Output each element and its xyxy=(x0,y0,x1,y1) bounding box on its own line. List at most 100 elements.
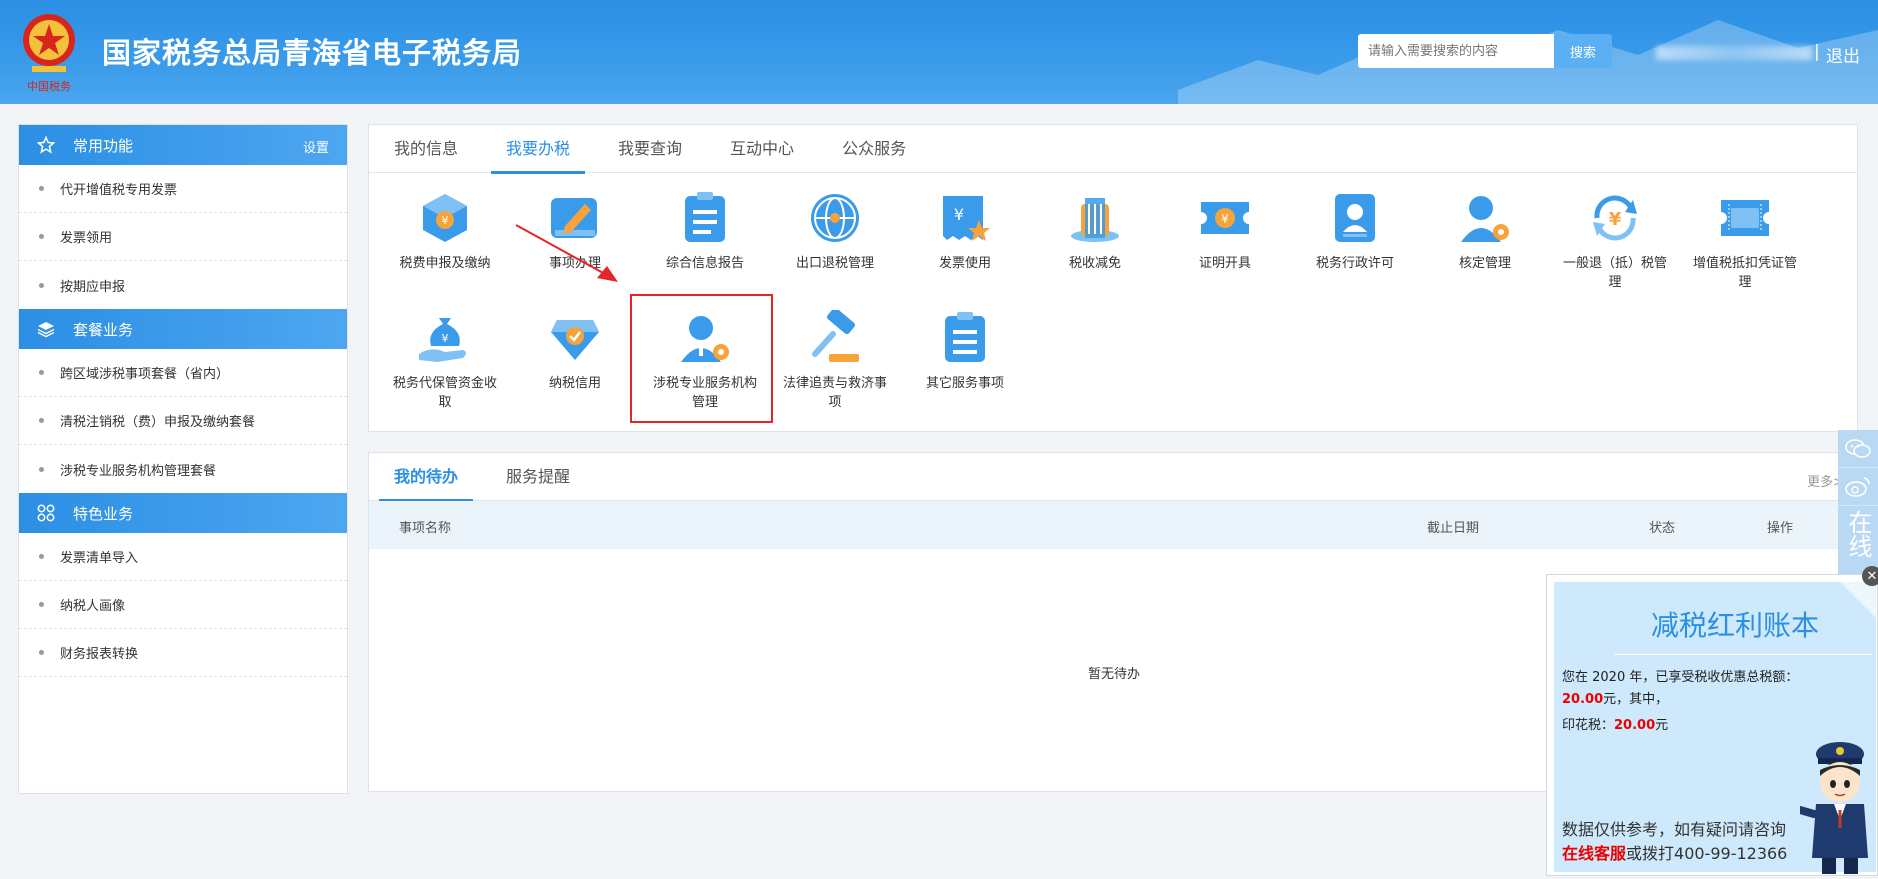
function-tile-label: 一般退（抵）税管理 xyxy=(1562,256,1667,290)
sidebar-item[interactable]: 清税注销税（费）申报及缴纳套餐 xyxy=(19,397,347,445)
bullet-dot xyxy=(39,466,44,472)
sidebar-item-label: 纳税人画像 xyxy=(60,599,126,614)
star-icon xyxy=(37,136,55,154)
svg-text:¥: ¥ xyxy=(954,205,964,224)
wechat-icon[interactable] xyxy=(1838,430,1878,468)
vat-ticket-icon xyxy=(1721,200,1769,236)
function-tile[interactable]: 出口退税管理 xyxy=(772,190,898,306)
sidebar-item-label: 涉税专业服务机构管理套餐 xyxy=(60,463,217,479)
tax-officer-mascot xyxy=(1800,742,1868,874)
sidebar-item[interactable]: 发票清单导入 xyxy=(19,533,347,581)
popup-line-3: 印花税：20.00元 xyxy=(1562,714,1668,733)
function-tile[interactable]: 税收减免 xyxy=(1032,190,1158,306)
sidebar-group-title: 常用功能 xyxy=(73,136,134,155)
tab-query[interactable]: 我要查询 xyxy=(603,125,697,173)
globe-icon xyxy=(811,194,859,242)
popup-line-2-suffix: 元，其中， xyxy=(1603,692,1669,707)
gavel-icon xyxy=(812,310,859,362)
function-tile[interactable]: ¥ 税务代保管资金收取 xyxy=(382,310,508,426)
function-tile[interactable]: ¥ 一般退（抵）税管理 xyxy=(1552,190,1678,306)
bullet-dot xyxy=(39,186,44,191)
stamp-tax-amount: 20.00 xyxy=(1614,718,1656,733)
refund-cycle-icon: ¥ xyxy=(1593,195,1637,241)
grid-four-icon xyxy=(37,504,55,522)
bullet-dot xyxy=(39,370,44,375)
function-tile[interactable]: ¥ 税费申报及缴纳 xyxy=(382,190,508,306)
function-tile-label: 其它服务事项 xyxy=(925,376,1004,391)
person-gear-icon xyxy=(1461,196,1509,242)
sidebar-item-label: 清税注销税（费）申报及缴纳套餐 xyxy=(60,415,256,430)
annotation-arrow xyxy=(515,224,618,282)
function-tile-label: 增值税抵扣凭证管理 xyxy=(1692,256,1797,290)
col-item-name: 事项名称 xyxy=(399,521,452,536)
tab-public-service[interactable]: 公众服务 xyxy=(827,125,921,173)
function-tile[interactable]: 增值税抵扣凭证管理 xyxy=(1682,190,1808,306)
svg-text:¥: ¥ xyxy=(442,332,449,345)
function-tile[interactable]: ¥ 证明开具 xyxy=(1162,190,1288,306)
sidebar-item[interactable]: 涉税专业服务机构管理套餐 xyxy=(19,445,347,493)
weibo-icon[interactable] xyxy=(1838,468,1878,506)
tab-my-todo[interactable]: 我的待办 xyxy=(379,453,474,502)
bullet-dot xyxy=(39,602,44,607)
sidebar-group-special[interactable]: 特色业务 xyxy=(19,493,347,533)
setting-link[interactable]: 设置 xyxy=(303,137,329,156)
credit-diamond-icon xyxy=(551,320,599,360)
sidebar-item[interactable]: 财务报表转换 xyxy=(19,629,347,677)
function-tile-label: 税收减免 xyxy=(1068,256,1121,271)
tab-service-reminder[interactable]: 服务提醒 xyxy=(491,453,585,501)
money-bag-hand-icon: ¥ xyxy=(419,318,466,362)
function-tile[interactable]: 纳税信用 xyxy=(512,310,638,426)
tab-handle-tax[interactable]: 我要办税 xyxy=(491,125,586,174)
function-tile[interactable]: 法律追责与救济事项 xyxy=(772,310,898,426)
function-tile[interactable]: 税务行政许可 xyxy=(1292,190,1418,306)
popup-line-1: 您在 2020 年，已享受税收优惠总税额： xyxy=(1562,666,1798,685)
bullet-dot xyxy=(39,554,44,559)
search-input[interactable] xyxy=(1358,34,1554,68)
col-status: 状态 xyxy=(1649,521,1676,536)
function-tile-label: 税费申报及缴纳 xyxy=(399,256,491,271)
function-tile[interactable]: 核定管理 xyxy=(1422,190,1548,306)
popup-footer-contact: 在线客服或拨打400-99-12366 xyxy=(1562,840,1787,864)
function-tile-label: 核定管理 xyxy=(1458,256,1511,271)
col-deadline: 截止日期 xyxy=(1427,521,1480,536)
sidebar-item[interactable]: 纳税人画像 xyxy=(19,581,347,629)
site-title: 国家税务总局青海省电子税务局 xyxy=(102,36,523,70)
search-button[interactable]: 搜索 xyxy=(1554,34,1612,68)
invoice-star-icon: ¥ xyxy=(943,196,990,241)
tab-interaction[interactable]: 互动中心 xyxy=(715,125,809,173)
sidebar-item[interactable]: 跨区域涉税事项套餐（省内） xyxy=(19,349,347,397)
list-doc-icon xyxy=(945,312,985,362)
popup-footer-note: 数据仅供参考，如有疑问请咨询 xyxy=(1562,820,1787,839)
sidebar-group-packages[interactable]: 套餐业务 xyxy=(19,309,347,349)
sidebar-item[interactable]: 按期应申报 xyxy=(19,261,347,309)
function-tile[interactable]: 其它服务事项 xyxy=(902,310,1028,426)
close-icon[interactable]: ✕ xyxy=(1862,566,1878,586)
function-tile-label: 出口退税管理 xyxy=(795,256,874,271)
title-underline xyxy=(1614,654,1872,655)
function-tile[interactable]: 综合信息报告 xyxy=(642,190,768,306)
svg-text:中国税务: 中国税务 xyxy=(27,79,71,93)
sidebar-group-common[interactable]: 常用功能 设置 xyxy=(19,125,347,165)
bullet-dot xyxy=(39,282,44,288)
sidebar-item-label: 发票清单导入 xyxy=(60,551,139,566)
header-separator: | xyxy=(1814,42,1820,62)
clipboard-icon xyxy=(685,192,725,242)
stamp-tax-label: 印花税： xyxy=(1562,718,1615,733)
logout-link[interactable]: 退出 xyxy=(1826,42,1860,67)
stamp-tax-suffix: 元 xyxy=(1655,718,1669,733)
id-badge-icon xyxy=(1335,194,1375,242)
bullet-dot xyxy=(39,418,44,423)
online-service-link[interactable]: 在线客服 xyxy=(1562,844,1626,863)
function-tile-label: 纳税信用 xyxy=(548,376,601,391)
popup-line-1-text: 您在 2020 年，已享受税收优惠总税额： xyxy=(1562,670,1799,685)
todo-tabs: 我的待办 服务提醒 xyxy=(369,453,1857,502)
function-tile[interactable]: ¥ 发票使用 xyxy=(902,190,1028,306)
function-tile-label: 税务代保管资金收取 xyxy=(392,376,497,410)
bullet-dot xyxy=(39,650,44,655)
top-header: 中国税务 国家税务总局青海省电子税务局 搜索 | 退出 xyxy=(0,0,1878,104)
tab-my-info[interactable]: 我的信息 xyxy=(379,125,473,173)
sidebar-item-label: 按期应申报 xyxy=(60,279,126,295)
floating-contact-bar: 在线 xyxy=(1838,430,1878,578)
sidebar-item[interactable]: 发票领用 xyxy=(19,213,347,261)
sidebar-item[interactable]: 代开增值税专用发票 xyxy=(19,165,347,213)
